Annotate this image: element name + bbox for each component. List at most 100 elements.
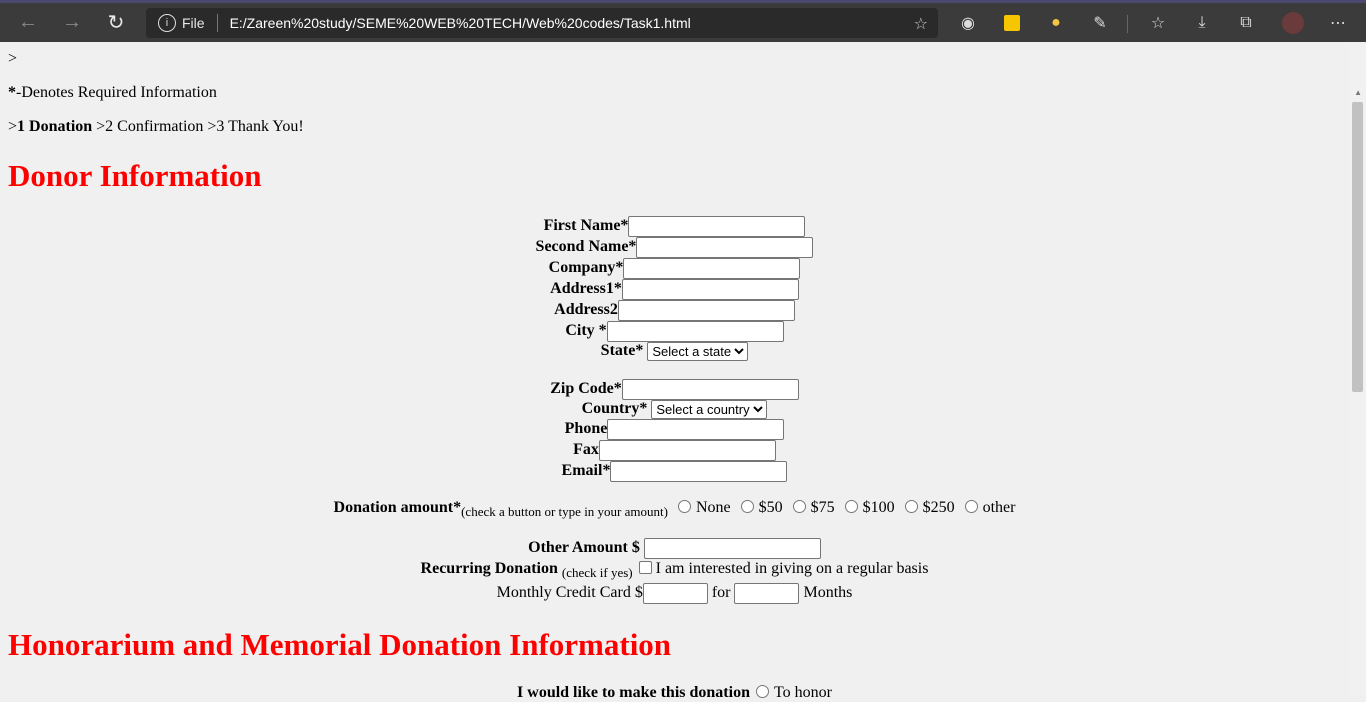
- profile-avatar[interactable]: [1282, 12, 1304, 34]
- zip-label: Zip Code*: [550, 380, 622, 398]
- other-amount-row: Other Amount $: [0, 538, 1349, 559]
- zip-row: Zip Code*: [0, 379, 1349, 400]
- phone-label: Phone: [564, 420, 608, 438]
- extension-ghost-icon[interactable]: ●: [1045, 12, 1067, 34]
- address2-row: Address2: [0, 300, 1349, 321]
- honor-radio[interactable]: [755, 685, 769, 699]
- other-amount-label: Other Amount $: [528, 539, 640, 557]
- donation-option-50: $50: [758, 499, 783, 516]
- recurring-hint: (check if yes): [561, 565, 633, 580]
- monthly-months-input[interactable]: [734, 583, 800, 604]
- monthly-for: for: [711, 584, 731, 602]
- step-donation: 1 Donation: [17, 118, 93, 135]
- other-amount-input[interactable]: [643, 538, 821, 559]
- donor-info-heading: Donor Information: [8, 158, 262, 193]
- step-prefix: >: [8, 118, 18, 135]
- required-note: *-Denotes Required Information: [8, 84, 217, 102]
- first-name-row: First Name*: [0, 216, 1349, 237]
- second-name-row: Second Name*: [0, 237, 1349, 258]
- recurring-row: Recurring Donation (check if yes) I am in…: [0, 560, 1349, 580]
- recurring-label: Recurring Donation: [420, 560, 558, 577]
- back-icon[interactable]: ←: [6, 4, 50, 40]
- phone-row: Phone: [0, 419, 1349, 440]
- scroll-up-icon[interactable]: ▲: [1354, 88, 1362, 97]
- honor-option: To honor: [773, 684, 832, 701]
- donation-option-none: None: [695, 499, 731, 516]
- required-note-text: -Denotes Required Information: [16, 84, 217, 101]
- donation-option-100: $100: [862, 499, 895, 516]
- company-label: Company*: [548, 259, 624, 277]
- recurring-checkbox[interactable]: [638, 561, 652, 575]
- country-select[interactable]: Select a country: [651, 400, 768, 419]
- required-star: *: [8, 84, 16, 101]
- donation-option-75: $75: [810, 499, 835, 516]
- company-input[interactable]: [623, 258, 801, 279]
- fax-label: Fax: [573, 441, 599, 459]
- stray-text: >: [8, 50, 18, 67]
- fax-input[interactable]: [598, 440, 776, 461]
- donation-radio-none[interactable]: [677, 500, 691, 514]
- add-favorite-icon[interactable]: ☆: [914, 14, 928, 34]
- file-label: File: [182, 15, 205, 31]
- address1-input[interactable]: [621, 279, 799, 300]
- address1-row: Address1*: [0, 279, 1349, 300]
- step-rest: >2 Confirmation >3 Thank You!: [92, 118, 304, 135]
- downloads-icon[interactable]: ⤓: [1191, 12, 1213, 34]
- zip-input[interactable]: [621, 379, 799, 400]
- honorarium-heading: Honorarium and Memorial Donation Informa…: [8, 627, 672, 662]
- company-row: Company*: [0, 258, 1349, 279]
- city-input[interactable]: [606, 321, 784, 342]
- monthly-prefix: Monthly Credit Card $: [496, 584, 643, 602]
- donation-radio-75[interactable]: [792, 500, 806, 514]
- donation-option-250: $250: [922, 499, 955, 516]
- second-name-input[interactable]: [636, 237, 814, 258]
- city-row: City *: [0, 321, 1349, 342]
- donation-amount-label: Donation amount*: [333, 499, 462, 516]
- donation-radio-250[interactable]: [904, 500, 918, 514]
- step-breadcrumb: >1 Donation >2 Confirmation >3 Thank You…: [8, 118, 304, 136]
- second-name-label: Second Name*: [535, 238, 637, 256]
- address2-label: Address2: [554, 301, 618, 319]
- recurring-checkbox-text: I am interested in giving on a regular b…: [655, 560, 929, 577]
- city-label: City *: [565, 322, 607, 340]
- extension-puzzle-icon[interactable]: ✎: [1089, 12, 1111, 34]
- honor-label: I would like to make this donation: [517, 684, 750, 701]
- donation-radio-100[interactable]: [844, 500, 858, 514]
- monthly-amount-input[interactable]: [642, 583, 708, 604]
- info-icon[interactable]: i: [158, 14, 176, 32]
- first-name-input[interactable]: [628, 216, 806, 237]
- fax-row: Fax: [0, 440, 1349, 461]
- page-scrollbar[interactable]: ▲: [1349, 42, 1366, 696]
- state-select[interactable]: Select a state: [647, 342, 749, 361]
- page-content: > *-Denotes Required Information >1 Dona…: [0, 42, 1349, 701]
- address1-label: Address1*: [550, 280, 622, 298]
- email-label: Email*: [561, 462, 611, 480]
- monthly-months-label: Months: [803, 584, 853, 602]
- browser-toolbar: ← → ↻ i File E:/Zareen%20study/SEME%20WE…: [0, 0, 1366, 42]
- favorites-icon[interactable]: ☆: [1147, 12, 1169, 34]
- donation-amount-row: Donation amount*(check a button or type …: [0, 499, 1349, 519]
- first-name-label: First Name*: [543, 217, 629, 235]
- donation-option-other: other: [982, 499, 1016, 516]
- state-row: State* Select a state: [0, 342, 1349, 361]
- scroll-thumb[interactable]: [1352, 102, 1363, 392]
- email-row: Email*: [0, 461, 1349, 482]
- monthly-row: Monthly Credit Card $ for Months: [0, 583, 1349, 604]
- country-label: Country*: [581, 400, 648, 418]
- forward-icon[interactable]: →: [50, 4, 94, 40]
- donation-radio-other[interactable]: [964, 500, 978, 514]
- donation-amount-hint: (check a button or type in your amount): [461, 504, 668, 519]
- donation-radio-50[interactable]: [740, 500, 754, 514]
- refresh-icon[interactable]: ↻: [94, 4, 138, 40]
- address2-input[interactable]: [617, 300, 795, 321]
- more-menu-icon[interactable]: ⋯: [1327, 12, 1349, 34]
- email-input[interactable]: [610, 461, 788, 482]
- extension-glasses-icon[interactable]: ◉: [957, 12, 979, 34]
- phone-input[interactable]: [607, 419, 785, 440]
- collections-icon[interactable]: ⧉: [1235, 12, 1257, 34]
- extension-yellow-icon[interactable]: [1004, 15, 1020, 31]
- toolbar-divider: [1127, 15, 1128, 33]
- honor-row: I would like to make this donation To hon…: [0, 684, 1349, 702]
- address-bar[interactable]: i File E:/Zareen%20study/SEME%20WEB%20TE…: [146, 8, 938, 38]
- url-text[interactable]: E:/Zareen%20study/SEME%20WEB%20TECH/Web%…: [230, 15, 691, 31]
